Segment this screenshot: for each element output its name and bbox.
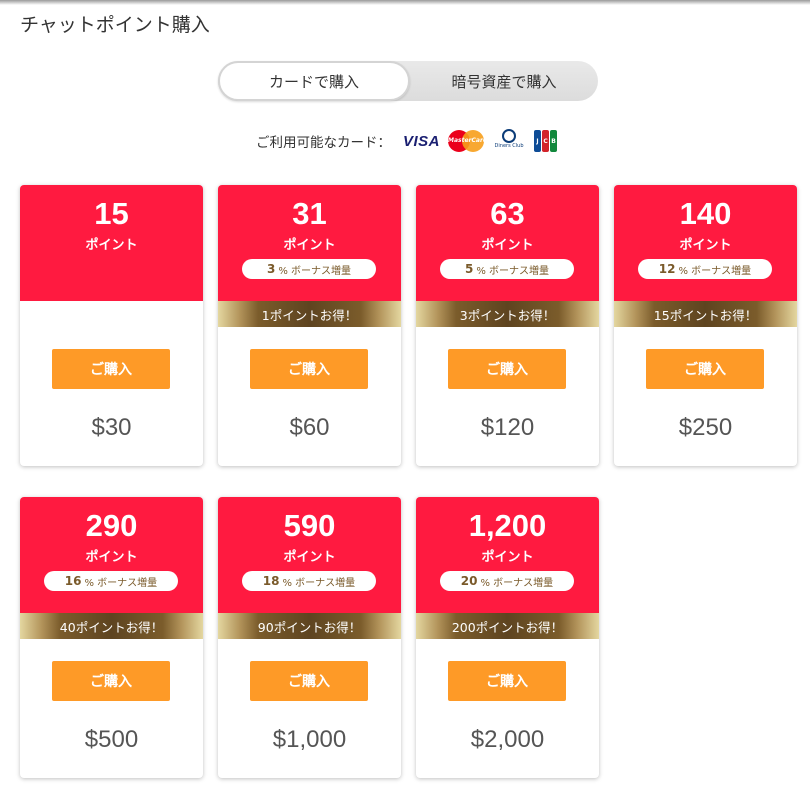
savings-banner: 90ポイントお得！ xyxy=(218,613,401,639)
bonus-label: % ボーナス増量 xyxy=(278,265,352,277)
package-header: 15 ポイント xyxy=(20,185,203,301)
point-package-card: 590 ポイント 18 % ボーナス増量 90ポイントお得！ ご購入 $1,00… xyxy=(218,497,401,778)
package-header: 1,200 ポイント 20 % ボーナス増量 xyxy=(416,497,599,613)
package-header: 31 ポイント 3 % ボーナス増量 xyxy=(218,185,401,301)
package-price: $30 xyxy=(91,414,132,441)
mastercard-logo: MasterCard xyxy=(448,129,487,153)
savings-banner: 1ポイントお得！ xyxy=(218,301,401,327)
package-header: 140 ポイント 12 % ボーナス増量 xyxy=(614,185,797,301)
bonus-percent: 20 xyxy=(460,574,478,588)
buy-button[interactable]: ご購入 xyxy=(52,661,170,701)
package-points: 31 xyxy=(292,196,327,231)
payment-method-toggle: カードで購入 暗号資産で購入 xyxy=(218,61,598,101)
visa-logo: VISA xyxy=(403,132,441,150)
package-points: 140 xyxy=(679,196,732,231)
buy-button[interactable]: ご購入 xyxy=(448,349,566,389)
package-unit-label: ポイント xyxy=(85,550,138,565)
package-unit-label: ポイント xyxy=(679,238,732,253)
bonus-label: % ボーナス増量 xyxy=(678,265,752,277)
bonus-percent: 18 xyxy=(262,574,280,588)
buy-button[interactable]: ご購入 xyxy=(646,349,764,389)
savings-banner: 40ポイントお得！ xyxy=(20,613,203,639)
buy-button[interactable]: ご購入 xyxy=(250,349,368,389)
savings-banner: 3ポイントお得！ xyxy=(416,301,599,327)
bonus-badge: 12 % ボーナス増量 xyxy=(638,259,772,279)
bonus-badge: 3 % ボーナス増量 xyxy=(242,259,376,279)
package-unit-label: ポイント xyxy=(283,238,336,253)
point-package-card: 140 ポイント 12 % ボーナス増量 15ポイントお得！ ご購入 $250 xyxy=(614,185,797,466)
bonus-badge: 18 % ボーナス増量 xyxy=(242,571,376,591)
point-package-card: 31 ポイント 3 % ボーナス増量 1ポイントお得！ ご購入 $60 xyxy=(218,185,401,466)
bonus-badge: 5 % ボーナス増量 xyxy=(440,259,574,279)
point-package-card: 63 ポイント 5 % ボーナス増量 3ポイントお得！ ご購入 $120 xyxy=(416,185,599,466)
package-points: 1,200 xyxy=(468,508,547,543)
savings-banner: 200ポイントお得！ xyxy=(416,613,599,639)
diners-club-logo: Diners Club xyxy=(492,129,526,153)
package-header: 63 ポイント 5 % ボーナス増量 xyxy=(416,185,599,301)
package-unit-label: ポイント xyxy=(481,238,534,253)
point-package-card: 290 ポイント 16 % ボーナス増量 40ポイントお得！ ご購入 $500 xyxy=(20,497,203,778)
package-price: $60 xyxy=(289,414,330,441)
buy-button[interactable]: ご購入 xyxy=(448,661,566,701)
package-unit-label: ポイント xyxy=(283,550,336,565)
package-header: 290 ポイント 16 % ボーナス増量 xyxy=(20,497,203,613)
bonus-percent: 5 xyxy=(464,262,474,276)
package-price: $250 xyxy=(678,414,733,441)
package-points: 290 xyxy=(85,508,138,543)
jcb-logo: J C B xyxy=(534,130,558,152)
package-unit-label: ポイント xyxy=(85,238,138,253)
tab-crypto-purchase[interactable]: 暗号資産で購入 xyxy=(410,61,598,101)
package-price: $2,000 xyxy=(470,726,545,753)
buy-button[interactable]: ご購入 xyxy=(52,349,170,389)
point-package-card: 15 ポイント ご購入 $30 xyxy=(20,185,203,466)
bonus-badge: 20 % ボーナス増量 xyxy=(440,571,574,591)
bonus-percent: 12 xyxy=(658,262,676,276)
tab-card-purchase[interactable]: カードで購入 xyxy=(218,61,410,101)
package-points: 15 xyxy=(94,196,129,231)
package-price: $1,000 xyxy=(272,726,347,753)
bonus-label: % ボーナス増量 xyxy=(282,577,356,589)
savings-banner: 15ポイントお得！ xyxy=(614,301,797,327)
buy-button[interactable]: ご購入 xyxy=(250,661,368,701)
bonus-label: % ボーナス増量 xyxy=(84,577,158,589)
package-points: 63 xyxy=(490,196,525,231)
package-unit-label: ポイント xyxy=(481,550,534,565)
bonus-percent: 3 xyxy=(266,262,276,276)
point-package-card: 1,200 ポイント 20 % ボーナス増量 200ポイントお得！ ご購入 $2… xyxy=(416,497,599,778)
bonus-label: % ボーナス増量 xyxy=(476,265,550,277)
page-title: チャットポイント購入 xyxy=(20,14,210,36)
bonus-badge: 16 % ボーナス増量 xyxy=(44,571,178,591)
package-price: $500 xyxy=(84,726,139,753)
package-header: 590 ポイント 18 % ボーナス増量 xyxy=(218,497,401,613)
accepted-cards-label: ご利用可能なカード： xyxy=(256,135,391,151)
bonus-label: % ボーナス増量 xyxy=(480,577,554,589)
accepted-cards: ご利用可能なカード： VISA MasterCard Diners Club J… xyxy=(256,128,558,154)
package-price: $120 xyxy=(480,414,535,441)
top-shadow xyxy=(0,0,810,5)
package-points: 590 xyxy=(283,508,336,543)
bonus-percent: 16 xyxy=(64,574,82,588)
